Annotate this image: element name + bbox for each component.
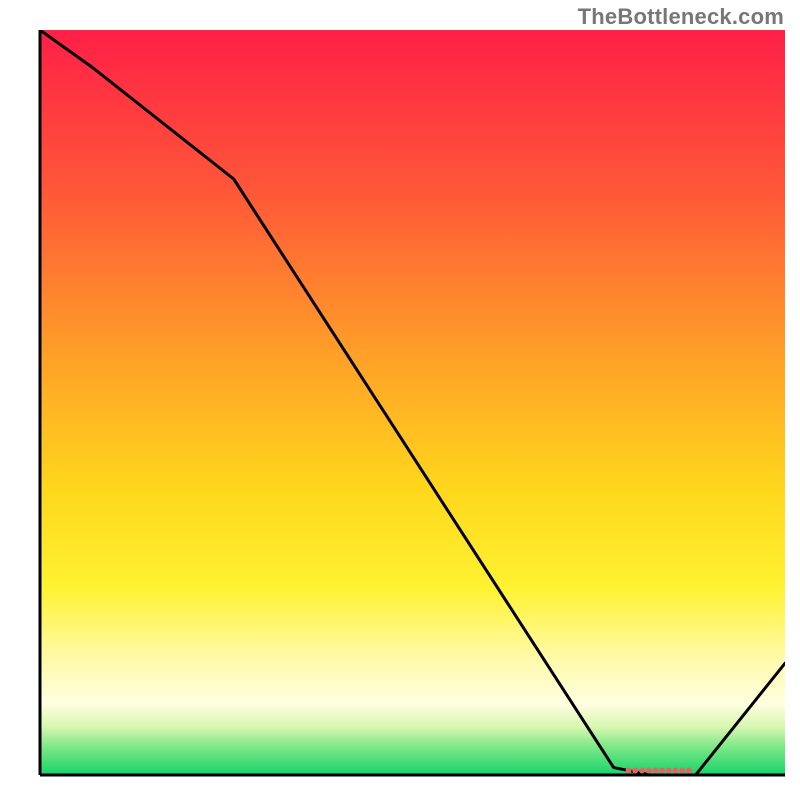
optimal-marker bbox=[652, 768, 658, 774]
optimal-marker bbox=[672, 768, 678, 774]
watermark-text: TheBottleneck.com bbox=[578, 4, 784, 30]
optimal-marker bbox=[659, 768, 665, 774]
optimal-marker bbox=[666, 768, 672, 774]
bottleneck-chart bbox=[0, 0, 800, 800]
optimal-marker bbox=[686, 768, 692, 774]
optimal-marker bbox=[679, 768, 685, 774]
chart-background bbox=[40, 30, 785, 775]
optimal-marker bbox=[639, 768, 645, 774]
optimal-marker bbox=[626, 768, 632, 774]
optimal-marker bbox=[646, 768, 652, 774]
optimal-marker bbox=[632, 768, 638, 774]
